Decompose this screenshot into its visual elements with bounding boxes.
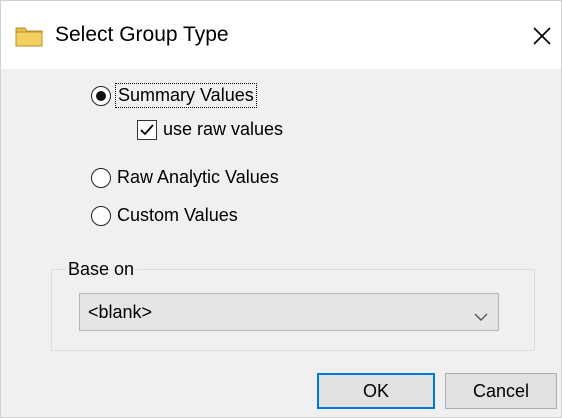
radio-label-summary-values: Summary Values [115, 83, 257, 108]
checkbox-label-use-raw-values: use raw values [163, 119, 284, 139]
select-group-type-dialog: Select Group Type Summary Values use raw… [0, 0, 562, 418]
cancel-button[interactable]: Cancel [445, 373, 557, 409]
base-on-legend: Base on [65, 258, 138, 280]
radio-button[interactable] [91, 167, 111, 188]
radio-button[interactable] [91, 205, 111, 226]
title-bar[interactable]: Select Group Type [1, 1, 561, 69]
radio-summary-values[interactable]: Summary Values [91, 83, 257, 108]
radio-custom-values[interactable]: Custom Values [91, 205, 238, 226]
radio-label-raw-analytic-values: Raw Analytic Values [117, 167, 279, 187]
radio-label-custom-values: Custom Values [117, 205, 238, 225]
checkmark-icon [140, 123, 154, 135]
dropdown-selected-value: <blank> [88, 302, 153, 322]
base-on-dropdown[interactable]: <blank> [79, 293, 499, 331]
checkbox-use-raw-values[interactable]: use raw values [137, 119, 283, 140]
radio-raw-analytic-values[interactable]: Raw Analytic Values [91, 167, 279, 188]
close-icon [533, 27, 551, 45]
folder-icon [15, 25, 43, 47]
chevron-down-icon [474, 306, 488, 321]
close-button[interactable] [525, 19, 559, 53]
ok-button[interactable]: OK [317, 373, 435, 409]
checkbox-checked[interactable] [137, 119, 157, 140]
dialog-title: Select Group Type [55, 23, 229, 46]
radio-button-selected[interactable] [91, 85, 111, 106]
